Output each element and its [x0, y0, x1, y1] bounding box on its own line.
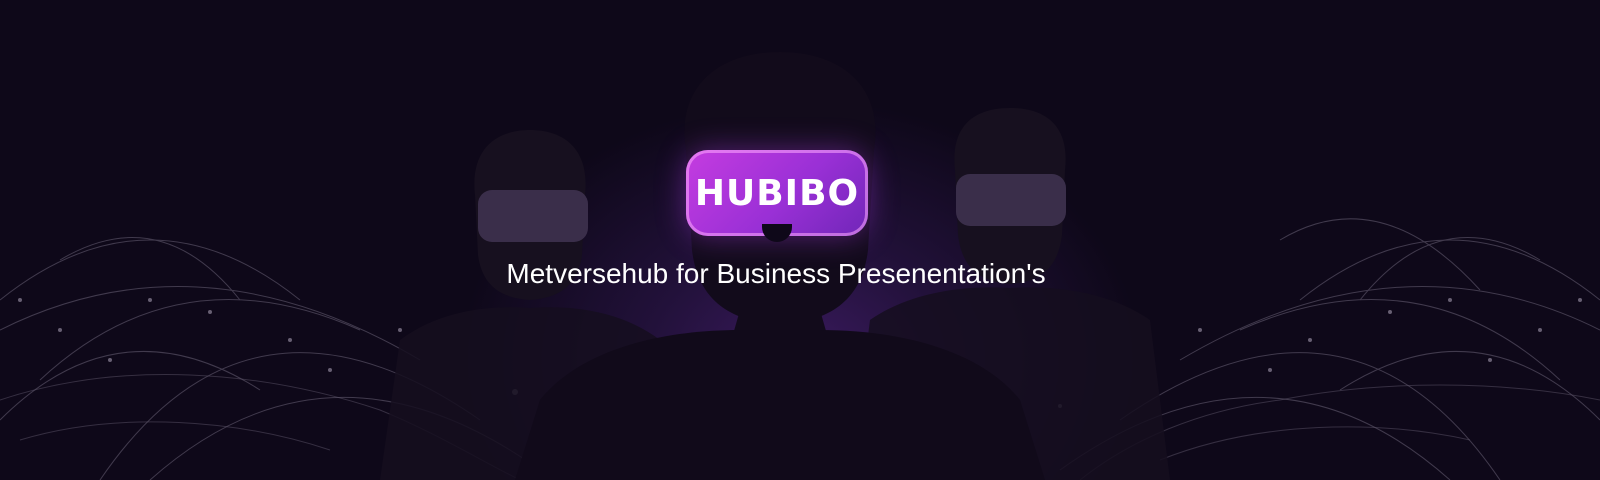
headset-nose-notch — [762, 224, 792, 242]
logo-text: HUBIBO — [694, 172, 860, 214]
hero-banner: HUBIBO Metversehub for Business Presenen… — [0, 0, 1600, 480]
hero-tagline: Metversehub for Business Presenentation'… — [506, 258, 1046, 289]
hubibo-logo: HUBIBO — [686, 150, 868, 242]
